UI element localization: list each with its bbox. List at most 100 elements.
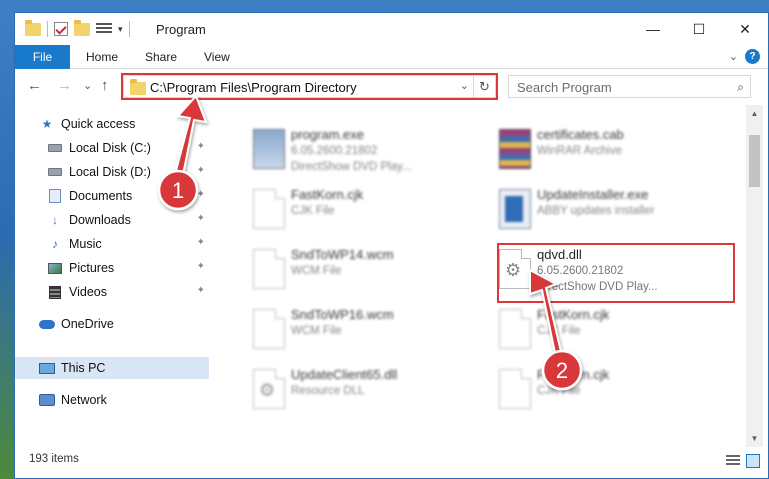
file-name: FastKorn.cjk (537, 307, 610, 322)
sidebar-item-label: Pictures (69, 261, 115, 275)
sidebar-item-network[interactable]: Network (15, 389, 209, 411)
sidebar-item-local-disk-d[interactable]: Local Disk (D:) ✦ (15, 161, 209, 183)
pin-icon[interactable]: ✦ (197, 261, 205, 272)
file-list: program.exe 6.05.2600.21802 DirectShow D… (223, 105, 746, 447)
help-icon[interactable]: ? (745, 49, 760, 64)
music-icon: ♪ (52, 237, 58, 251)
vertical-scrollbar[interactable]: ▲ ▼ (746, 105, 763, 447)
documents-icon (47, 189, 63, 203)
search-input[interactable]: Search Program ⌕ (508, 75, 751, 98)
tab-file[interactable]: File (15, 45, 70, 69)
file-item[interactable]: certificates.cab WinRAR Archive (483, 123, 723, 179)
file-item[interactable]: SndToWP16.wcm WCM File (237, 303, 477, 359)
file-item[interactable]: UpdateClient65.dll Resource DLL (237, 363, 477, 419)
videos-icon (47, 285, 63, 299)
search-icon[interactable]: ⌕ (737, 80, 744, 95)
file-item[interactable]: FastKorn.cjk CJK File (483, 363, 723, 419)
folder-icon (25, 19, 41, 36)
file-detail: CJK File (537, 385, 581, 397)
maximize-button[interactable]: ☐ (676, 13, 722, 45)
pin-icon[interactable]: ✦ (197, 165, 205, 176)
properties-check-icon[interactable] (54, 22, 68, 36)
scroll-up-icon[interactable]: ▲ (746, 105, 763, 122)
details-view-icon[interactable] (726, 455, 740, 467)
file-item[interactable]: UpdateInstaller.exe ABBY updates install… (483, 183, 723, 239)
close-button[interactable]: ✕ (722, 13, 768, 45)
downloads-icon: ↓ (52, 213, 58, 227)
file-name: program.exe (291, 127, 364, 142)
pin-icon[interactable]: ✦ (197, 237, 205, 248)
scroll-thumb[interactable] (749, 135, 760, 187)
address-highlight-box (121, 73, 498, 100)
large-icons-view-icon[interactable] (746, 454, 760, 468)
sidebar-item-pictures[interactable]: Pictures ✦ (15, 257, 209, 279)
search-placeholder: Search Program (517, 80, 612, 95)
file-detail: WCM File (291, 325, 342, 337)
file-detail: CJK File (291, 205, 335, 217)
minimize-button[interactable]: — (630, 13, 676, 45)
pin-icon[interactable]: ✦ (197, 141, 205, 152)
address-row: ← → ⌄ ↑ C:\Program Files\Program Directo… (15, 69, 768, 105)
item-count: 193 items (29, 453, 79, 465)
sidebar-item-videos[interactable]: Videos ✦ (15, 281, 209, 303)
toolbar-separator (47, 21, 48, 37)
sidebar-item-documents[interactable]: Documents ✦ (15, 185, 209, 207)
sidebar-item-label: Music (69, 237, 102, 251)
drive-icon (47, 141, 63, 155)
file-name: UpdateInstaller.exe (537, 187, 649, 202)
file-item[interactable]: FastKorn.cjk CJK File (483, 303, 723, 359)
sidebar-item-label: Downloads (69, 213, 131, 227)
ribbon-tabs: File Home Share View ⌄ ? (15, 45, 768, 69)
file-name: FastKorn.cjk (291, 187, 364, 202)
explorer-window: ▾ Program — ☐ ✕ File Home Share View ⌄ ?… (14, 12, 769, 479)
sidebar-item-this-pc[interactable]: This PC (15, 357, 209, 379)
sidebar-item-local-disk-c[interactable]: Local Disk (C:) ✦ (15, 137, 209, 159)
toolbar-separator (128, 21, 130, 37)
sidebar-item-label: Local Disk (C:) (69, 141, 151, 155)
window-controls: — ☐ ✕ (630, 13, 768, 45)
properties-list-icon[interactable] (96, 23, 112, 35)
tab-home[interactable]: Home (86, 45, 118, 69)
file-item[interactable]: FastKorn.cjk CJK File (237, 183, 477, 239)
sidebar-item-label: Quick access (61, 117, 136, 131)
sidebar-item-music[interactable]: ♪ Music ✦ (15, 233, 209, 255)
tab-view[interactable]: View (204, 45, 230, 69)
exe-file-icon (253, 129, 285, 169)
computer-icon (39, 361, 55, 375)
navigation-pane: ★ Quick access Local Disk (C:) ✦ Local D… (15, 105, 215, 447)
file-highlight-box (497, 243, 735, 303)
star-icon: ★ (41, 117, 53, 131)
sidebar-item-label: OneDrive (61, 317, 114, 331)
ribbon-expand-icon[interactable]: ⌄ (729, 50, 738, 63)
file-detail: WinRAR Archive (537, 145, 622, 157)
sidebar-item-quick-access[interactable]: ★ Quick access (15, 113, 209, 135)
installer-file-icon (499, 189, 531, 229)
back-arrow-icon[interactable]: ← (27, 77, 42, 94)
pin-icon[interactable]: ✦ (197, 285, 205, 296)
file-item[interactable]: program.exe 6.05.2600.21802 DirectShow D… (237, 123, 477, 179)
sidebar-item-label: Local Disk (D:) (69, 165, 151, 179)
pin-icon[interactable]: ✦ (197, 213, 205, 224)
document-file-icon (499, 369, 531, 409)
file-detail: Resource DLL (291, 385, 365, 397)
up-arrow-icon[interactable]: ↑ (101, 77, 109, 94)
tab-share[interactable]: Share (145, 45, 177, 69)
sidebar-item-label: This PC (61, 361, 106, 375)
file-detail: WCM File (291, 265, 342, 277)
scroll-down-icon[interactable]: ▼ (746, 430, 763, 447)
recent-locations-chevron-icon[interactable]: ⌄ (83, 79, 92, 92)
sidebar-item-downloads[interactable]: ↓ Downloads ✦ (15, 209, 209, 231)
new-folder-icon[interactable] (74, 19, 90, 36)
file-detail: 6.05.2600.21802 (291, 145, 378, 157)
file-name: certificates.cab (537, 127, 624, 142)
sidebar-item-label: Documents (69, 189, 133, 203)
document-file-icon (253, 309, 285, 349)
file-item[interactable]: SndToWP14.wcm WCM File (237, 243, 477, 299)
forward-arrow-icon[interactable]: → (57, 77, 72, 94)
sidebar-item-onedrive[interactable]: OneDrive (15, 313, 209, 335)
pin-icon[interactable]: ✦ (197, 189, 205, 200)
window-title: Program (156, 22, 206, 37)
document-file-icon (253, 189, 285, 229)
file-name: UpdateClient65.dll (291, 367, 398, 382)
customize-dropdown-icon[interactable]: ▾ (118, 24, 123, 35)
